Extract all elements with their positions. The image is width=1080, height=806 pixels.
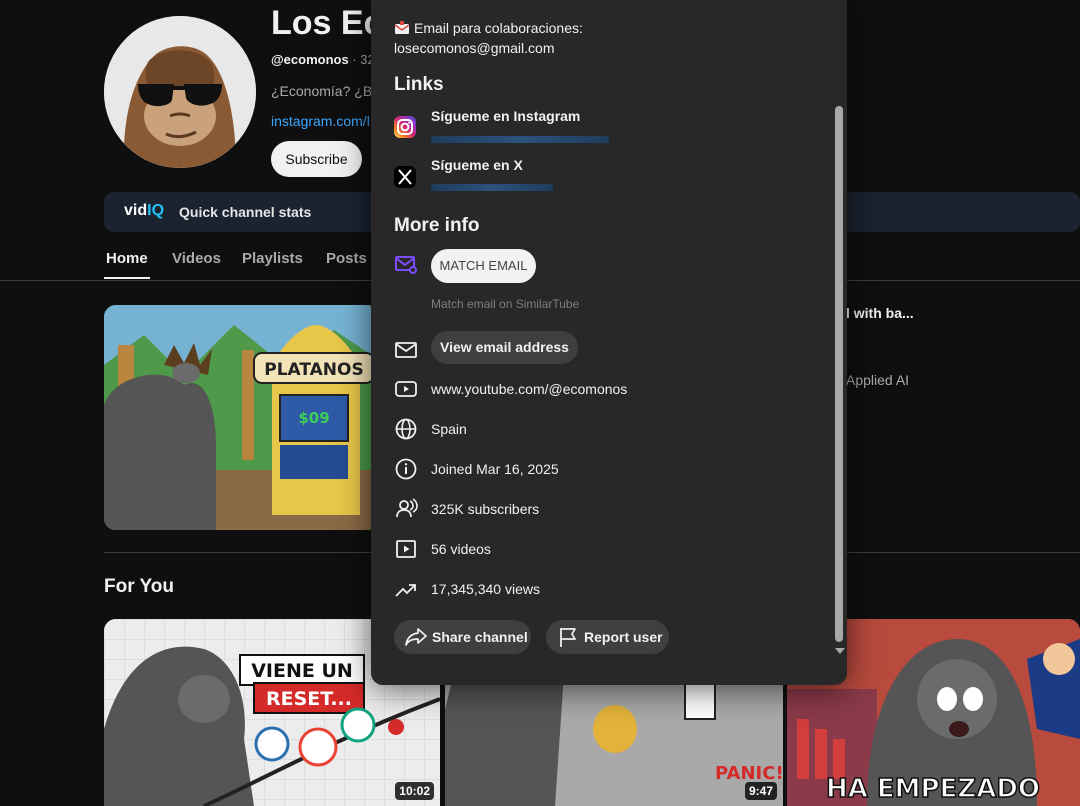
vidiq-label: Quick channel stats — [179, 204, 312, 220]
active-tab-indicator — [104, 277, 150, 279]
channel-handle-text: @ecomonos — [271, 52, 349, 67]
subscribers-icon — [394, 497, 418, 521]
match-email-button[interactable]: MATCH EMAIL — [431, 249, 536, 283]
collab-email[interactable]: losecomonos@gmail.com — [394, 40, 555, 56]
subscribe-button[interactable]: Subscribe — [271, 141, 362, 177]
share-channel-label: Share channel — [432, 629, 528, 645]
channel-about-dialog: Email para colaboraciones: losecomonos@g… — [371, 0, 847, 685]
thumb-caption: HA EMPEZADO — [826, 774, 1040, 804]
match-email-caption: Match email on SimilarTube — [431, 297, 580, 311]
featured-video-thumbnail[interactable]: PLATANOS $09 — [104, 305, 379, 530]
video-icon — [394, 537, 418, 561]
featured-video-meta: Applied AI — [846, 372, 910, 388]
instagram-link-title[interactable]: Sígueme en Instagram — [431, 108, 580, 124]
x-link-url[interactable] — [431, 184, 553, 191]
scroll-down-arrow-icon[interactable] — [835, 648, 845, 654]
video-count: 56 videos — [431, 541, 491, 557]
info-icon — [394, 457, 418, 481]
thumb-caption-line2: RESET... — [266, 688, 352, 710]
video-duration: 10:02 — [395, 782, 434, 800]
tab-home[interactable]: Home — [106, 250, 148, 267]
featured-illustration: PLATANOS $09 — [104, 305, 379, 530]
mail-icon — [394, 338, 418, 362]
flag-icon — [556, 625, 580, 649]
view-email-button[interactable]: View email address — [431, 331, 578, 364]
tab-videos[interactable]: Videos — [172, 250, 221, 267]
channel-handle: @ecomonos · 32 — [271, 52, 375, 67]
channel-avatar[interactable] — [104, 16, 256, 168]
channel-description[interactable]: ¿Economía? ¿Bol — [271, 83, 383, 99]
channel-url[interactable]: www.youtube.com/@ecomonos — [431, 381, 627, 397]
x-icon — [394, 166, 416, 188]
scrollbar-thumb[interactable] — [835, 106, 843, 642]
globe-icon — [394, 417, 418, 441]
thumb-caption-line1: VIENE UN — [251, 660, 353, 682]
channel-link[interactable]: instagram.com/l — [271, 113, 370, 129]
sign-text: PLATANOS — [264, 360, 364, 380]
for-you-heading: For You — [104, 576, 175, 597]
report-user-label: Report user — [584, 629, 663, 645]
share-channel-button[interactable]: Share channel — [394, 620, 531, 654]
mail-search-icon — [394, 253, 418, 277]
tab-posts[interactable]: Posts — [326, 250, 367, 267]
joined-date: Joined Mar 16, 2025 — [431, 461, 559, 477]
email-collab-label: Email para colaboraciones: — [394, 20, 583, 38]
price-text: $09 — [298, 409, 329, 427]
instagram-link-url[interactable] — [431, 136, 609, 143]
channel-country: Spain — [431, 421, 467, 437]
subscriber-count: 325K subscribers — [431, 501, 540, 517]
gorilla-avatar-illustration — [104, 16, 256, 168]
x-link-title[interactable]: Sígueme en X — [431, 157, 523, 173]
video-duration: 9:47 — [744, 782, 777, 800]
channel-title: Los Ec — [271, 4, 383, 42]
links-heading: Links — [394, 74, 444, 95]
share-icon — [404, 625, 428, 649]
more-info-heading: More info — [394, 215, 480, 236]
view-count: 17,345,340 views — [431, 581, 540, 597]
vidiq-logo: vidIQ — [124, 202, 165, 219]
youtube-icon — [394, 377, 418, 401]
trending-icon — [394, 577, 418, 601]
report-user-button[interactable]: Report user — [546, 620, 669, 654]
envelope-icon — [394, 21, 410, 38]
instagram-icon — [394, 116, 416, 138]
featured-video-title[interactable]: l with ba... — [846, 305, 914, 321]
svg-text:PANIC!: PANIC! — [715, 763, 783, 784]
tab-playlists[interactable]: Playlists — [242, 250, 303, 267]
